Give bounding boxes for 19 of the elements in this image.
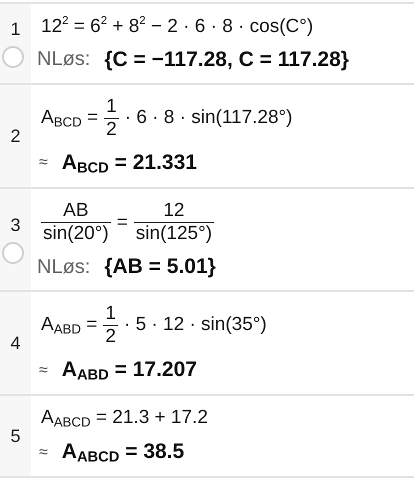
approx-sign: ≈ bbox=[39, 444, 48, 462]
output-result: A$_{ABD}$ = 17.207 bbox=[62, 358, 197, 384]
input-expression[interactable]: A$_{ABCD}$ = 21.3 + 17.2 bbox=[41, 407, 414, 430]
command-label: NLøs: bbox=[37, 256, 90, 279]
output-result: A$_{BCD}$ = 21.331 bbox=[62, 150, 197, 176]
command-label: NLøs: bbox=[37, 48, 90, 72]
visibility-toggle[interactable] bbox=[2, 242, 24, 264]
output-result: A$_{ABCD}$ = 38.5 bbox=[62, 440, 184, 466]
row-number: 4 bbox=[10, 332, 20, 354]
visibility-toggle[interactable] bbox=[2, 46, 24, 68]
output-result: {AB = 5.01} bbox=[104, 255, 216, 280]
row-number: 5 bbox=[10, 426, 20, 447]
row-number: 3 bbox=[10, 215, 20, 236]
approx-sign: ≈ bbox=[39, 154, 48, 172]
row-number: 2 bbox=[10, 126, 20, 147]
row-number: 1 bbox=[10, 18, 20, 40]
output-result: {C = −117.28, C = 117.28} bbox=[104, 48, 349, 72]
approx-sign: ≈ bbox=[39, 362, 48, 380]
input-expression[interactable]: 12$^{2}$ = 6$^{2}$ + 8$^{2}$ − 2 · 6 · 8 · cos(C°) bbox=[41, 15, 414, 38]
